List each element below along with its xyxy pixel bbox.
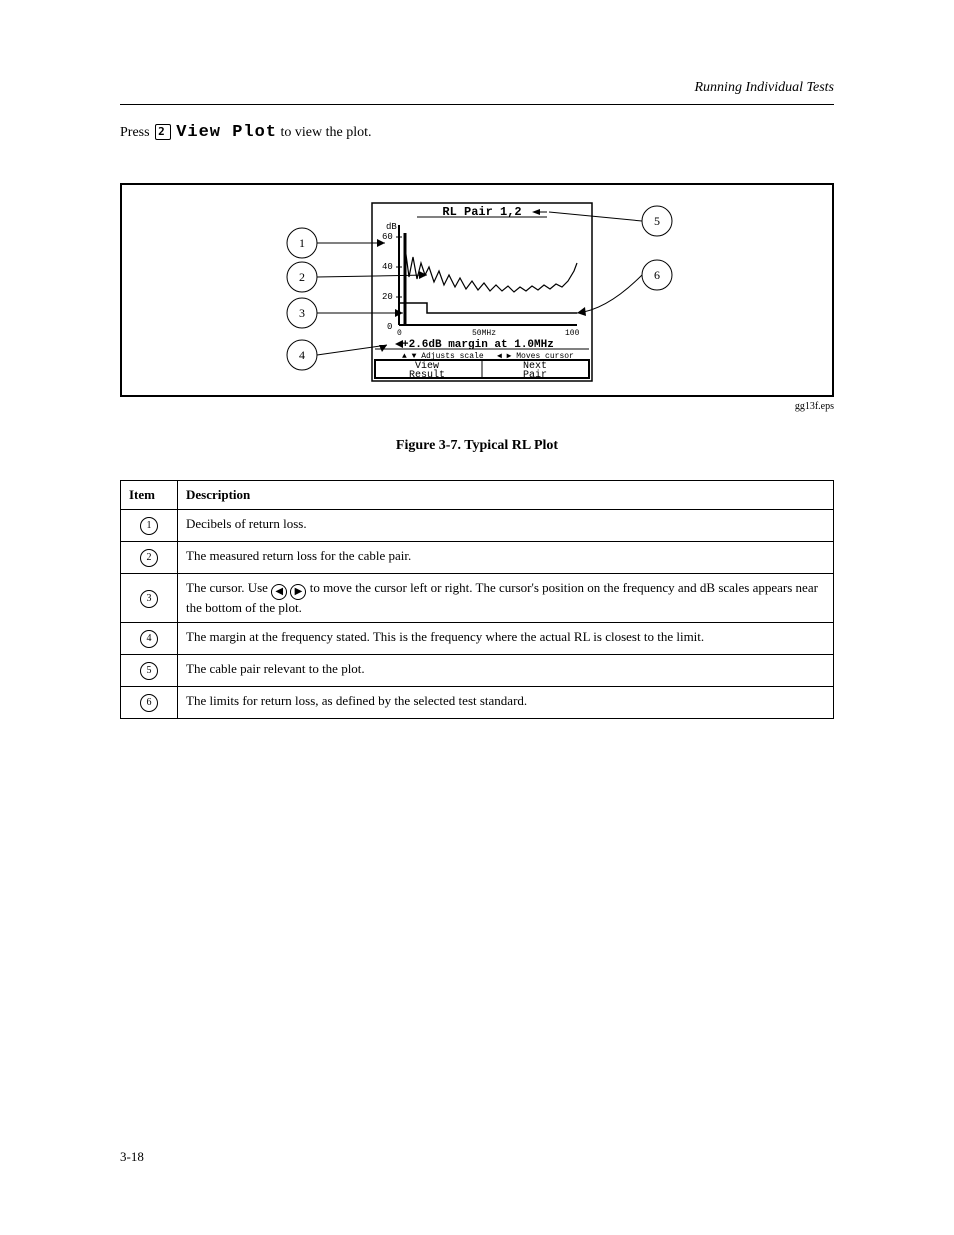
row-num-6: 6 [140, 694, 158, 712]
row-num-1: 1 [140, 517, 158, 535]
figure-code: gg13f.eps [120, 401, 834, 412]
xtick-50: 50MHz [472, 329, 496, 338]
figure-box: RL Pair 1,2 dB 60 40 20 0 0 50MHz 100 [120, 183, 834, 397]
intro-suffix: to view the plot. [281, 125, 372, 140]
row-desc-2: The measured return loss for the cable p… [178, 542, 834, 574]
callout-6: 6 [654, 268, 660, 282]
ytick-60: 60 [382, 232, 393, 242]
table-row: 1 Decibels of return loss. [121, 510, 834, 542]
row-desc-1: Decibels of return loss. [178, 510, 834, 542]
page-number: 3-18 [120, 1149, 144, 1165]
xtick-100: 100 [565, 329, 580, 338]
ylabel: dB [386, 222, 397, 232]
btn-result: Result [409, 369, 445, 381]
row-desc-6: The limits for return loss, as defined b… [178, 687, 834, 719]
right-arrow-icon: ▶ [290, 584, 306, 600]
table-row: 6 The limits for return loss, as defined… [121, 687, 834, 719]
table-row: 4 The margin at the frequency stated. Th… [121, 623, 834, 655]
intro-line: Press 2 View Plot to view the plot. [120, 123, 834, 143]
xtick-0: 0 [397, 329, 402, 338]
rl-trace [405, 247, 577, 292]
limit-line [399, 303, 577, 313]
row-num-3: 3 [140, 590, 158, 608]
row-desc-3: The cursor. Use ◀ ▶ to move the cursor l… [178, 574, 834, 623]
callout-1: 1 [299, 236, 305, 250]
callout-2: 2 [299, 270, 305, 284]
description-table: Item Description 1 Decibels of return lo… [120, 480, 834, 719]
table-row: 2 The measured return loss for the cable… [121, 542, 834, 574]
left-arrow-icon: ◀ [271, 584, 287, 600]
btn-pair: Pair [523, 369, 547, 381]
key-2-icon: 2 [155, 124, 171, 140]
row-num-5: 5 [140, 662, 158, 680]
page-header: Running Individual Tests [120, 0, 834, 105]
table-row: 3 The cursor. Use ◀ ▶ to move the cursor… [121, 574, 834, 623]
callout-5: 5 [654, 214, 660, 228]
th-desc: Description [178, 481, 834, 510]
row-desc-4: The margin at the frequency stated. This… [178, 623, 834, 655]
view-plot-mono: View Plot [176, 123, 277, 142]
ytick-40: 40 [382, 262, 393, 272]
figure-caption: Figure 3-7. Typical RL Plot [120, 438, 834, 454]
rl-plot-svg: RL Pair 1,2 dB 60 40 20 0 0 50MHz 100 [122, 185, 832, 395]
row-num-4: 4 [140, 630, 158, 648]
ytick-0: 0 [387, 322, 392, 332]
intro-prefix: Press [120, 125, 153, 140]
ytick-20: 20 [382, 292, 393, 302]
th-item: Item [121, 481, 178, 510]
table-row: 5 The cable pair relevant to the plot. [121, 655, 834, 687]
callout-3: 3 [299, 306, 305, 320]
row-num-2: 2 [140, 549, 158, 567]
row-desc-5: The cable pair relevant to the plot. [178, 655, 834, 687]
callout-4: 4 [299, 348, 305, 362]
